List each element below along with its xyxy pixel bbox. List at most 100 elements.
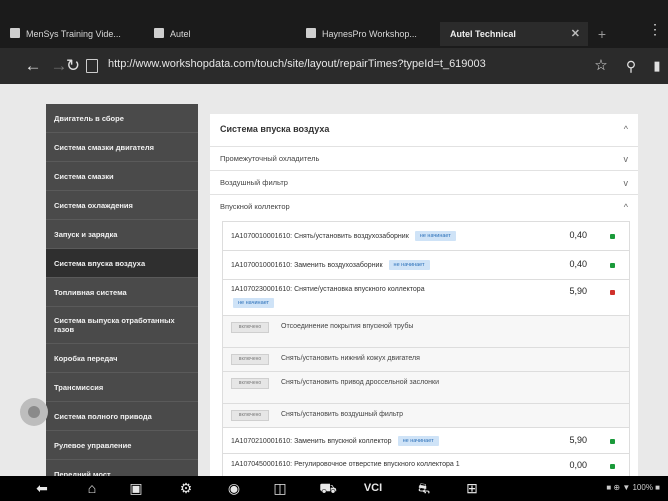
status-dot-icon [610,464,615,469]
tab-label: Autel [170,29,191,39]
tab-label: HaynesPro Workshop... [322,29,417,39]
sub-operation-row: включено Снять/установить нижний кожух д… [222,347,630,371]
include-button[interactable]: включено [231,410,269,421]
diagnostic-car-icon[interactable]: ⛐ [412,478,436,498]
job-hours: 5,90 [569,286,587,296]
network-icon[interactable]: ⊞ [460,478,484,498]
status-dot-icon [610,234,615,239]
status-dot-icon [610,439,615,444]
section-label: Впускной коллектор [220,202,290,211]
job-row[interactable]: 1A1070010001610: Заменить воздухозаборни… [222,250,630,279]
job-code: 1A1070010001610 [231,233,291,240]
sidebar-item[interactable]: Система охлаждения [46,191,198,220]
job-hours: 5,90 [569,435,587,445]
sub-operation-text: Снять/установить воздушный фильтр [281,411,404,418]
job-row[interactable]: 1A1070210001610: Заменить впускной колле… [222,427,630,453]
job-code: 1A1070010001610 [231,262,291,269]
status-badge: не начинает [414,231,456,241]
browser-tab[interactable]: MenSys Training Vide... [0,22,140,46]
job-hours: 0,40 [569,259,587,269]
sidebar-item[interactable]: Топливная система [46,278,198,307]
sub-operation-text: Снять/установить нижний кожух двигателя [281,355,420,362]
accordion-section-expanded[interactable]: Впускной коллектор ^ [210,194,638,218]
floating-assist-button[interactable] [20,398,48,426]
accordion-section[interactable]: Воздушный фильтр v [210,170,638,194]
page-content: Двигатель в сборе Система смазки двигате… [0,84,668,489]
job-text: Заменить впускной коллектор [294,438,392,445]
reload-icon[interactable]: ↻ [62,54,84,78]
status-badge: не начинает [233,298,275,308]
job-row[interactable]: 1A1070230001610: Снятие/установка впускн… [222,279,630,315]
collapse-chevron-icon[interactable]: ^ [624,124,628,134]
include-button[interactable]: включено [231,354,269,365]
chevron-down-icon: v [623,154,629,164]
assist-touch-icon [28,406,40,418]
bookmark-star-icon[interactable]: ☆ [590,54,612,78]
sidebar-item[interactable]: Рулевое управление [46,431,198,460]
sidebar-item[interactable]: Двигатель в сборе [46,104,198,133]
category-sidebar: Двигатель в сборе Система смазки двигате… [46,104,198,489]
job-text: Регулировочное отверстие впускного колле… [294,461,460,468]
sidebar-item[interactable]: Система смазки двигателя [46,133,198,162]
section-label: Промежуточный охладитель [220,154,320,163]
browser-tab-active[interactable]: Autel Technical ✕ [440,22,588,46]
sidebar-item[interactable]: Коробка передач [46,344,198,373]
new-tab-button[interactable]: + [592,24,612,44]
status-dot-icon [610,290,615,295]
recent-apps-icon[interactable]: ▣ [124,478,148,498]
job-code: 1A1070230001610 [231,286,291,293]
address-bar: ← → ↻ http://www.workshopdata.com/touch/… [0,48,668,84]
job-text: Снятие/установка впускного коллектора [294,286,425,293]
job-text: Заменить воздухозаборник [294,262,383,269]
browser-menu-icon[interactable]: ⋮ [648,22,662,36]
section-label: Воздушный фильтр [220,178,288,187]
vci-icon[interactable]: VCI [358,478,388,498]
sidebar-item[interactable]: Система выпуска отработанных газов [46,307,198,344]
camera-icon[interactable]: ◉ [222,478,246,498]
sub-operation-text: Снять/установить привод дроссельной засл… [281,379,440,386]
sidebar-item[interactable]: Трансмиссия [46,373,198,402]
job-list: 1A1070010001610: Снять/установить воздух… [222,221,630,477]
url-field[interactable]: http://www.workshopdata.com/touch/site/l… [108,58,596,70]
job-row[interactable]: 1A1070450001610: Регулировочное отверсти… [222,453,630,477]
settings-icon[interactable]: ⚙ [174,478,198,498]
sidebar-item[interactable]: Система смазки [46,162,198,191]
tab-label: Autel Technical [450,29,516,39]
page-icon [86,59,98,73]
include-button[interactable]: включено [231,378,269,389]
chevron-up-icon: ^ [623,202,628,212]
favicon-icon [10,28,20,38]
panel-title: Система впуска воздуха [220,124,330,134]
browser-tab[interactable]: HaynesPro Workshop... [296,22,438,46]
sub-operation-row: включено Снять/установить воздушный филь… [222,403,630,427]
car-icon[interactable]: ⛟ [316,478,340,498]
windows-icon[interactable]: ◫ [268,478,292,498]
sub-operation-text: Отсоединение покрытия впускной трубы [281,323,414,330]
sidebar-item[interactable]: Система полного привода [46,402,198,431]
back-icon[interactable]: ⬅ [30,478,54,498]
job-row[interactable]: 1A1070010001610: Снять/установить воздух… [222,221,630,250]
status-badge: не начинает [397,436,439,446]
back-arrow-icon[interactable]: ← [22,54,44,78]
include-button[interactable]: включено [231,322,269,333]
sub-operation-row: включено Отсоединение покрытия впускной … [222,315,630,347]
browser-tab[interactable]: Autel [144,22,292,46]
bookmark-icon[interactable]: ▮ [646,54,668,78]
status-tray: ■ ⊕ ▼ 100% ■ [606,483,660,492]
job-hours: 0,40 [569,230,587,240]
android-nav-bar: ⬅ ⌂ ▣ ⚙ ◉ ◫ ⛟ VCI ⛐ ⊞ ■ ⊕ ▼ 100% ■ [0,476,668,501]
accordion-section[interactable]: Промежуточный охладитель v [210,146,638,170]
favicon-icon [306,28,316,38]
status-dot-icon [610,263,615,268]
job-code: 1A1070450001610 [231,461,291,468]
sub-operation-row: включено Снять/установить привод дроссел… [222,371,630,403]
sidebar-item[interactable]: Запуск и зарядка [46,220,198,249]
job-hours: 0,00 [569,460,587,470]
close-tab-icon[interactable]: ✕ [571,22,580,46]
home-icon[interactable]: ⌂ [80,478,104,498]
job-code: 1A1070210001610 [231,438,291,445]
favicon-icon [154,28,164,38]
search-icon[interactable]: ⚲ [620,54,642,78]
sidebar-item-active[interactable]: Система впуска воздуха [46,249,198,278]
job-text: Снять/установить воздухозаборник [294,233,409,240]
